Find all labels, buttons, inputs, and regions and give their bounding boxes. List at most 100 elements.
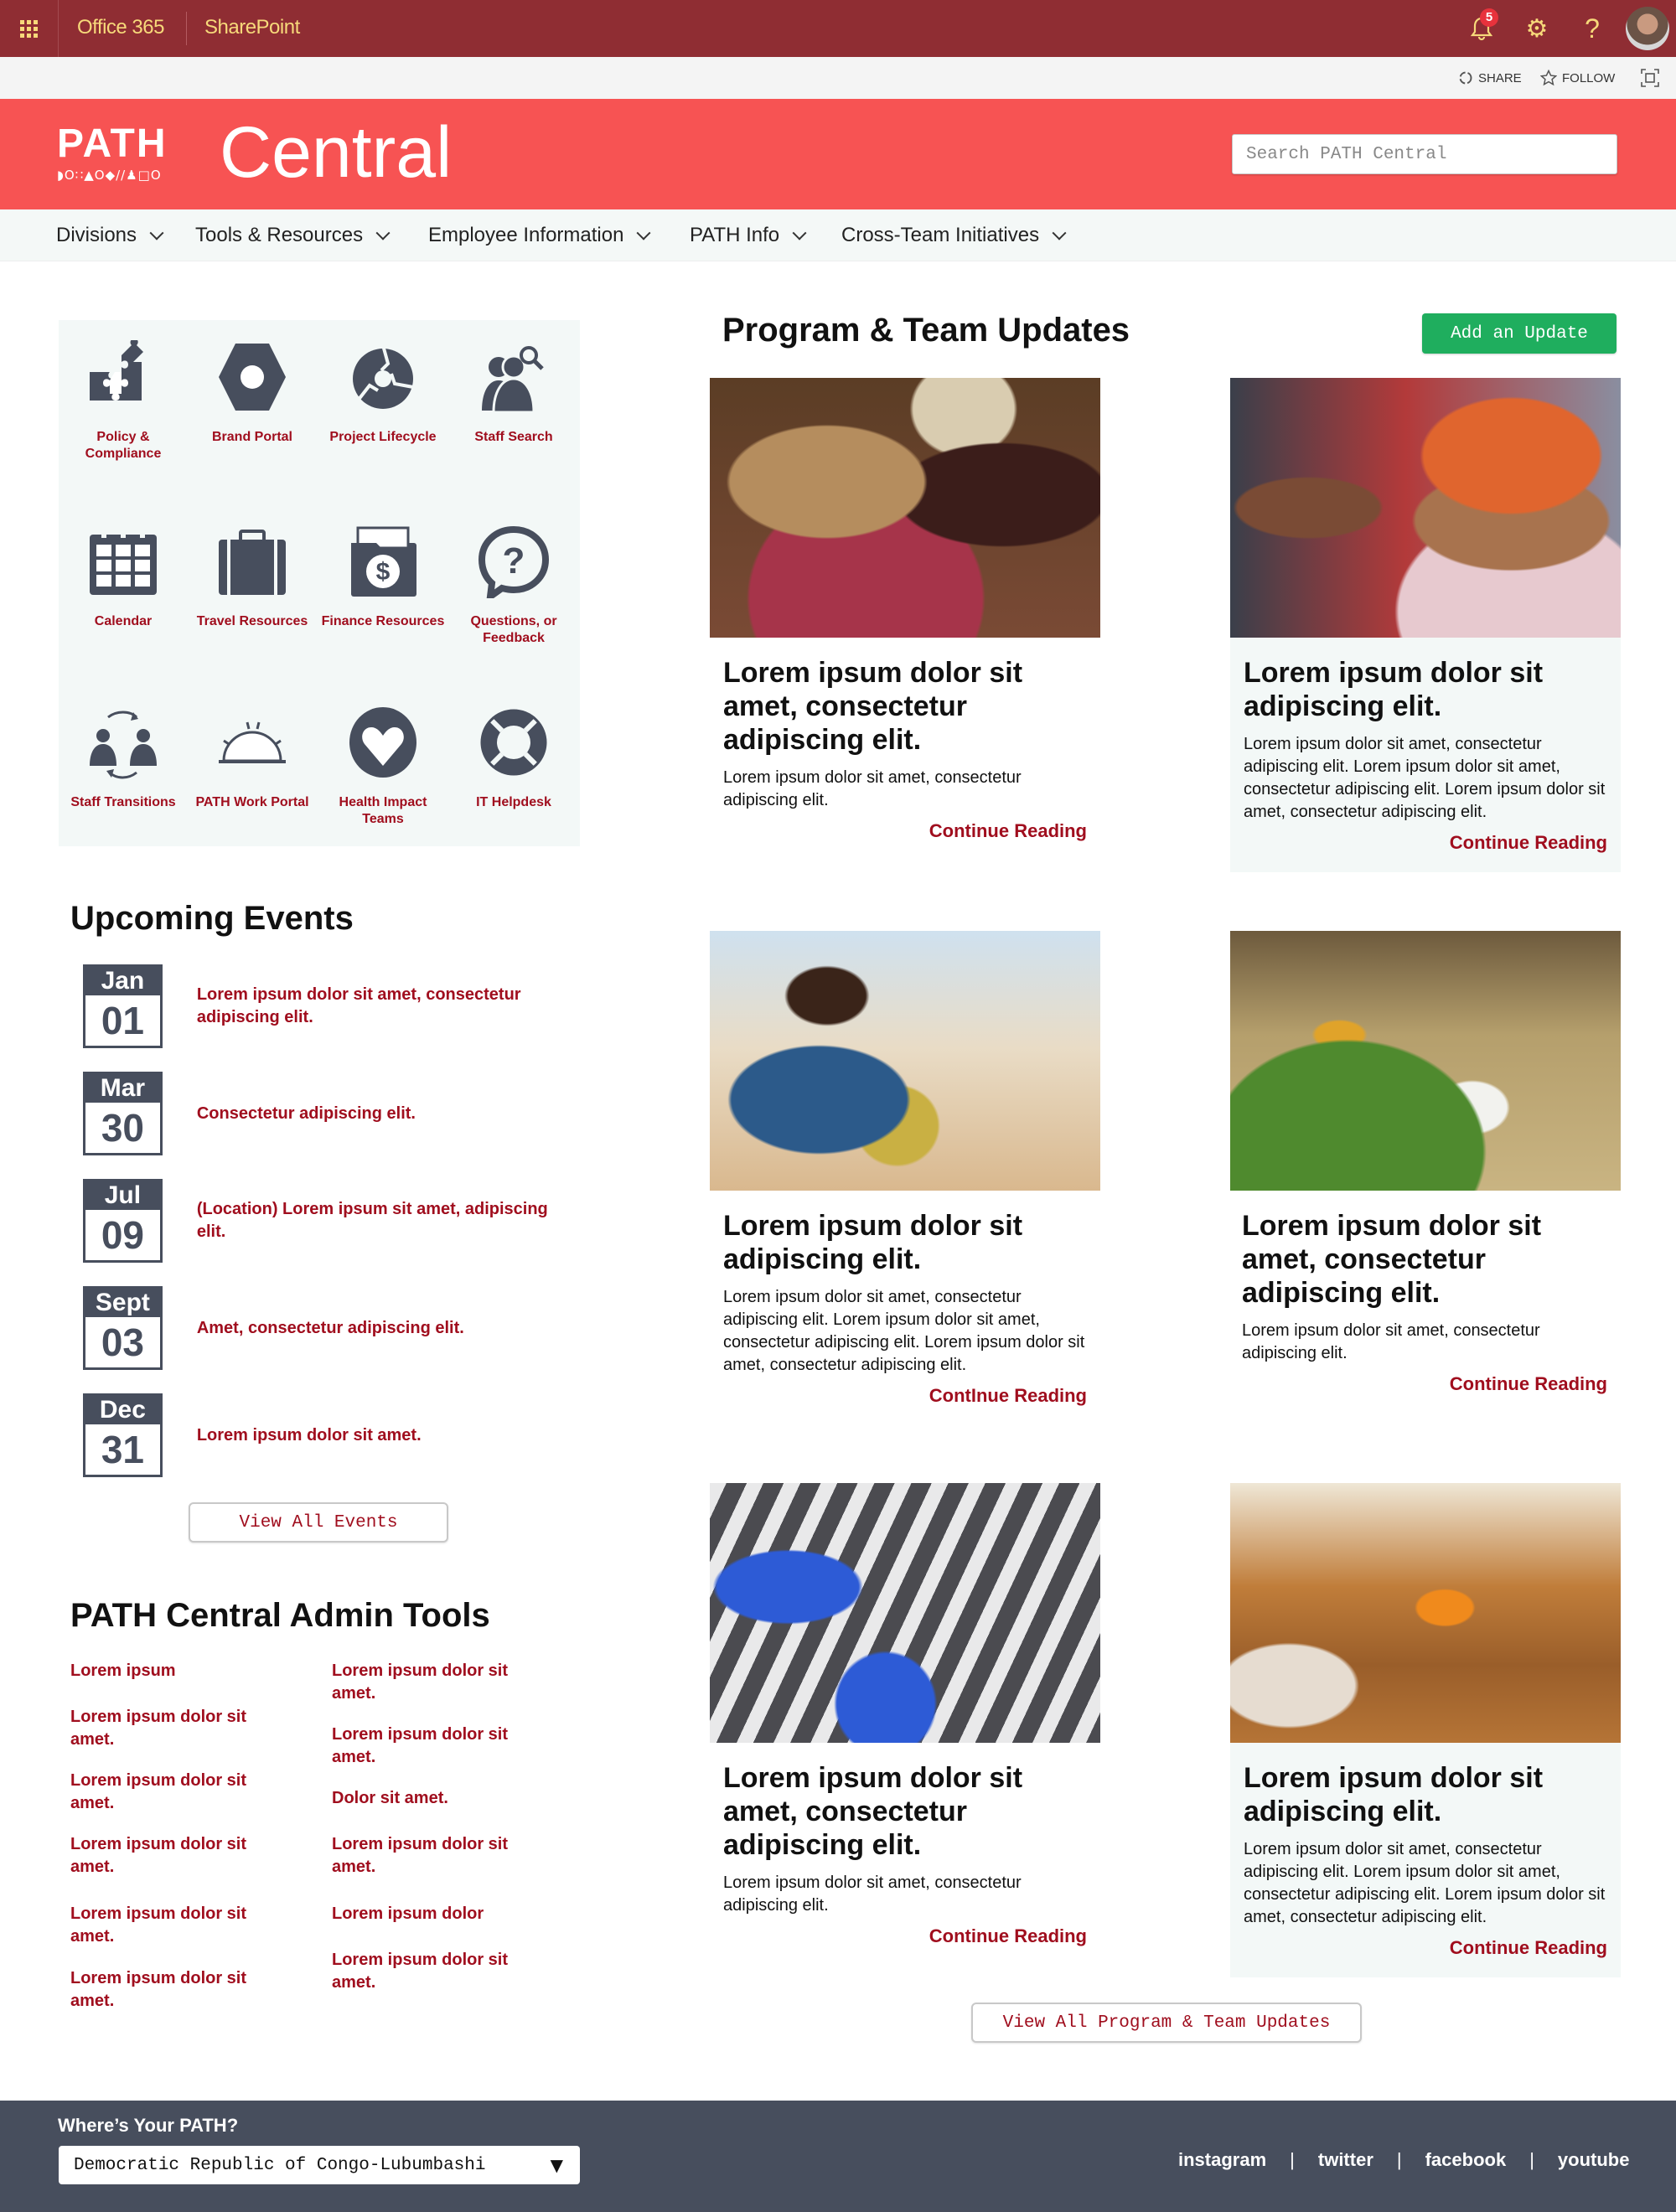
instagram-link[interactable]: instagram — [1178, 2149, 1266, 2171]
update-card: Lorem ipsum dolor sit amet, consectetur … — [1230, 931, 1621, 1412]
separator: | — [1529, 2149, 1534, 2170]
admin-link[interactable]: Lorem ipsum dolor sit amet. — [332, 1833, 550, 1879]
view-all-updates-button[interactable]: View All Program & Team Updates — [971, 2003, 1362, 2043]
view-all-events-button[interactable]: View All Events — [189, 1502, 448, 1543]
quick-link-it-helpdesk[interactable]: IT Helpdesk — [449, 689, 578, 848]
event-item[interactable]: Jan 01 Lorem ipsum dolor sit amet, consec… — [83, 964, 569, 1048]
search-input[interactable] — [1232, 134, 1617, 174]
admin-link[interactable]: Lorem ipsum dolor — [332, 1903, 550, 1925]
lab-test-photo[interactable] — [710, 1483, 1100, 1743]
quick-link-path-work-portal[interactable]: PATH Work Portal — [188, 689, 317, 848]
nav-divisions[interactable]: Divisions — [56, 209, 164, 261]
admin-link[interactable]: Lorem ipsum dolor sit amet. — [70, 1967, 288, 2013]
event-item[interactable]: Dec 31 Lorem ipsum dolor sit amet. — [83, 1393, 569, 1477]
event-month: Dec — [99, 1396, 146, 1424]
admin-link[interactable]: Lorem ipsum dolor sit amet. — [70, 1833, 288, 1879]
event-day: 03 — [85, 1317, 160, 1367]
event-item[interactable]: Jul 09 (Location) Lorem ipsum sit amet, a… — [83, 1179, 569, 1263]
site-title[interactable]: Central — [220, 111, 452, 194]
quick-link-label: Staff Search — [474, 430, 553, 444]
quick-link-health-impact-teams[interactable]: Health Impact Teams — [318, 689, 447, 848]
admin-link[interactable]: Lorem ipsum dolor sit amet. — [70, 1903, 288, 1948]
quick-link-travel-resources[interactable]: Travel Resources — [188, 508, 317, 667]
calendar-icon — [90, 530, 157, 595]
nav-employee-information[interactable]: Employee Information — [428, 209, 651, 261]
twitter-link[interactable]: twitter — [1318, 2149, 1373, 2171]
help-button[interactable]: ? — [1575, 12, 1609, 45]
quick-link-questions-feedback[interactable]: ? Questions, or Feedback — [449, 508, 578, 667]
event-day: 01 — [85, 995, 160, 1046]
app-launcher-button[interactable] — [0, 0, 59, 57]
event-title-link[interactable]: Amet, consectetur adipiscing elit. — [197, 1317, 569, 1340]
quick-link-label: Health Impact Teams — [339, 795, 427, 826]
quick-link-policy-compliance[interactable]: Policy & Compliance — [59, 323, 188, 483]
continue-reading-link[interactable]: Continue Reading — [723, 820, 1087, 842]
update-card: Lorem ipsum dolor sit amet, consectetur … — [710, 1483, 1100, 1964]
youtube-link[interactable]: youtube — [1558, 2149, 1630, 2171]
admin-link[interactable]: Lorem ipsum dolor sit amet. — [332, 1949, 550, 1994]
gear-icon: ⚙ — [1525, 14, 1549, 43]
nav-label: Cross-Team Initiatives — [841, 224, 1040, 246]
admin-link[interactable]: Lorem ipsum dolor sit amet. — [70, 1706, 288, 1751]
event-title-link[interactable]: Consectetur adipiscing elit. — [197, 1103, 569, 1125]
admin-link[interactable]: Lorem ipsum — [70, 1660, 288, 1682]
card-title: Lorem ipsum dolor sit adipiscing elit. — [723, 1210, 1023, 1275]
follow-button[interactable]: FOLLOW — [1540, 57, 1615, 99]
continue-reading-link[interactable]: Continue Reading — [1244, 832, 1607, 854]
quick-link-staff-transitions[interactable]: Staff Transitions — [59, 689, 188, 848]
continue-reading-link[interactable]: Continue Reading — [1242, 1373, 1607, 1395]
finance-folder-icon: $ — [351, 526, 416, 597]
admin-link[interactable]: Lorem ipsum dolor sit amet. — [332, 1660, 550, 1705]
nav-path-info[interactable]: PATH Info — [690, 209, 807, 261]
add-update-button[interactable]: Add an Update — [1422, 313, 1617, 354]
event-title-link[interactable]: Lorem ipsum dolor sit amet. — [197, 1424, 569, 1447]
card-text: Lorem ipsum dolor sit amet, consectetur … — [1242, 1321, 1540, 1362]
location-label: Where’s Your PATH? — [58, 2115, 239, 2136]
location-select[interactable]: Democratic Republic of Congo-Lubumbashi … — [59, 2146, 580, 2184]
admin-link[interactable]: Lorem ipsum dolor sit amet. — [70, 1770, 288, 1815]
focus-mode-button[interactable] — [1641, 57, 1659, 99]
settings-button[interactable]: ⚙ — [1520, 12, 1554, 45]
avatar[interactable] — [1626, 7, 1669, 50]
facebook-link[interactable]: facebook — [1425, 2149, 1507, 2171]
office365-link[interactable]: Office 365 — [77, 0, 164, 57]
quick-link-calendar[interactable]: Calendar — [59, 508, 188, 667]
chevron-down-icon — [792, 225, 807, 240]
continue-reading-link[interactable]: Continue Reading — [1244, 1937, 1607, 1959]
quick-link-finance-resources[interactable]: $ Finance Resources — [318, 508, 447, 667]
quick-link-label: Policy & Compliance — [85, 430, 162, 461]
child-eating-photo[interactable] — [1230, 378, 1621, 638]
quick-link-staff-search[interactable]: Staff Search — [449, 323, 578, 483]
mother-child-photo[interactable] — [710, 931, 1100, 1191]
chevron-down-icon — [149, 225, 164, 240]
quick-link-label: Project Lifecycle — [329, 430, 437, 444]
waffle-icon — [20, 19, 38, 38]
event-item[interactable]: Sept 03 Amet, consectetur adipiscing elit… — [83, 1286, 569, 1370]
continue-reading-link[interactable]: Continue Reading — [723, 1925, 1087, 1947]
event-title-link[interactable]: Lorem ipsum dolor sit amet, consectetur … — [197, 984, 569, 1029]
chevron-down-icon — [375, 225, 391, 240]
continue-reading-link[interactable]: ContInue Reading — [723, 1385, 1087, 1407]
quick-link-project-lifecycle[interactable]: Project Lifecycle — [318, 323, 447, 483]
event-item[interactable]: Mar 30 Consectetur adipiscing elit. — [83, 1072, 569, 1155]
date-badge: Jul 09 — [83, 1179, 163, 1263]
card-title: Lorem ipsum dolor sit amet, consectetur … — [723, 1762, 1023, 1861]
sharepoint-link[interactable]: SharePoint — [204, 0, 300, 57]
suitcase-icon — [219, 530, 286, 595]
nav-tools-resources[interactable]: Tools & Resources — [195, 209, 391, 261]
market-grains-photo[interactable] — [710, 378, 1100, 638]
admin-link[interactable]: Lorem ipsum dolor sit amet. — [332, 1724, 550, 1769]
share-button[interactable]: SHARE — [1458, 57, 1522, 99]
path-logo[interactable]: PATH ◗O∷▲O◆//♟□O — [57, 124, 191, 184]
staff-transition-icon — [90, 711, 157, 779]
nav-cross-team-initiatives[interactable]: Cross-Team Initiatives — [841, 209, 1067, 261]
quick-link-brand-portal[interactable]: Brand Portal — [188, 323, 317, 483]
pharmacy-photo[interactable] — [1230, 1483, 1621, 1743]
garden-plants-photo[interactable] — [1230, 931, 1621, 1191]
events-heading: Upcoming Events — [70, 900, 354, 937]
quick-link-label: Questions, or Feedback — [470, 614, 557, 645]
event-month: Jul — [104, 1181, 142, 1209]
card-title: Lorem ipsum dolor sit amet, consectetur … — [723, 657, 1023, 756]
event-title-link[interactable]: (Location) Lorem ipsum sit amet, adipisc… — [197, 1198, 569, 1243]
admin-link[interactable]: Dolor sit amet. — [332, 1787, 550, 1810]
